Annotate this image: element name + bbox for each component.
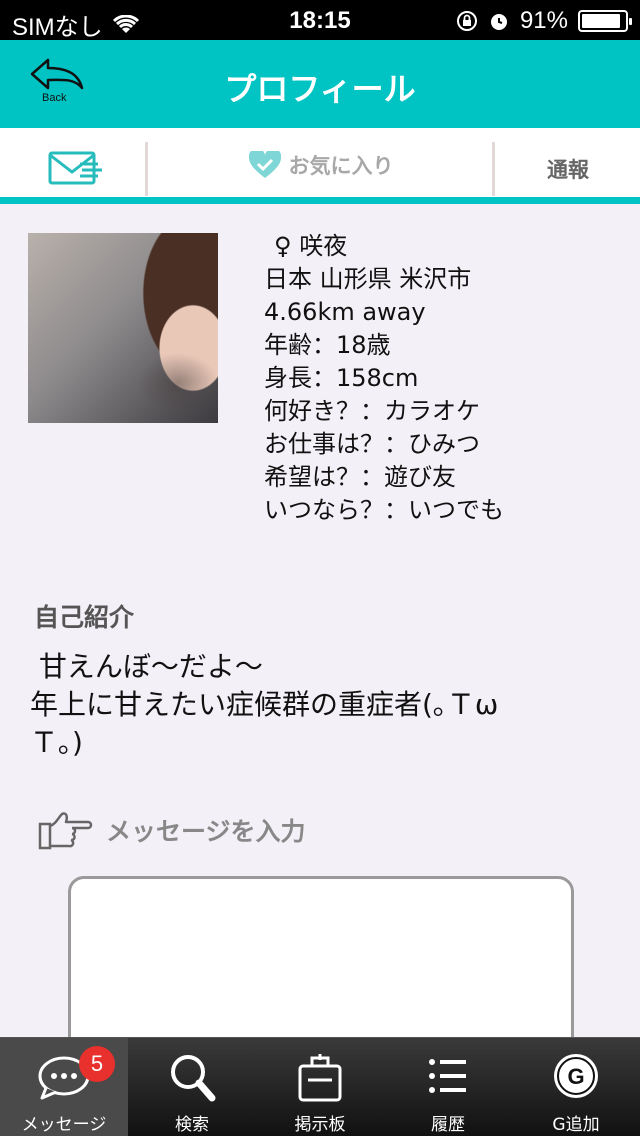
nav-board[interactable]: 掲示板	[256, 1038, 384, 1136]
nav-add-g[interactable]: G G追加	[512, 1038, 640, 1136]
intro-heading: 自己紹介	[34, 603, 135, 632]
list-icon	[429, 1059, 466, 1093]
favorite-label: お気に入り	[288, 154, 394, 178]
message-prompt-label: メッセージを入力	[106, 817, 306, 846]
nav-messages-label: メッセージ	[21, 1115, 107, 1135]
profile-height: 身長：158cm	[264, 364, 419, 392]
nav-messages[interactable]: 5 メッセージ	[0, 1038, 128, 1136]
heart-check-icon	[248, 151, 281, 178]
profile-likes: 何好き？：カラオケ	[264, 397, 480, 425]
nav-search[interactable]: 検索	[128, 1038, 256, 1136]
bottom-nav: 5 メッセージ 検索 掲示板 履歴 G G追加	[0, 1037, 640, 1136]
report-button[interactable]: 通報	[496, 154, 640, 184]
profile-wish: 希望は？：遊び友	[264, 463, 456, 491]
gender-icon: ♀	[274, 232, 292, 260]
profile-job: お仕事は？：ひみつ	[264, 430, 480, 458]
status-bar: SIMなし 18:15 91%	[0, 0, 640, 41]
action-tabs: お気に入り 通報	[0, 128, 640, 204]
intro-text: 甘えんぼ〜だよ〜 年上に甘えたい症候群の重症者(｡Ｔω Ｔ｡)	[30, 650, 499, 759]
favorite-button[interactable]: お気に入り	[150, 150, 492, 180]
rotation-lock-icon	[456, 11, 477, 31]
nav-add-g-label: G追加	[552, 1115, 600, 1135]
tab-divider	[145, 142, 148, 196]
pointing-hand-icon	[38, 812, 93, 850]
battery-percent: 91%	[519, 7, 568, 34]
battery-fill	[582, 14, 621, 28]
profile-name: 咲夜	[299, 232, 348, 260]
tab-divider	[492, 142, 495, 196]
profile-info: ♀ 咲夜 日本 山形県 米沢市 4.66km away 年齢：18歳 身長：15…	[264, 230, 624, 527]
mail-icon	[48, 151, 102, 185]
app-header: Back プロフィール	[0, 40, 640, 128]
message-badge: 5	[79, 1046, 115, 1082]
battery-icon	[578, 10, 632, 32]
search-icon	[171, 1055, 216, 1102]
message-prompt: メッセージを入力	[38, 810, 306, 850]
profile-photo[interactable]	[28, 233, 218, 423]
profile-when: いつなら？：いつでも	[264, 496, 504, 524]
profile-distance: 4.66km away	[264, 298, 426, 326]
profile-location: 日本 山形県 米沢市	[264, 265, 472, 293]
svg-text:G: G	[567, 1064, 584, 1089]
clipboard-icon	[298, 1054, 342, 1102]
g-coin-icon: G	[554, 1054, 598, 1098]
alarm-icon	[490, 14, 507, 30]
profile-name-row: ♀ 咲夜	[264, 230, 624, 263]
nav-board-label: 掲示板	[294, 1115, 346, 1135]
mail-button[interactable]	[48, 150, 104, 186]
nav-history-label: 履歴	[431, 1115, 465, 1135]
profile-age: 年齢：18歳	[264, 331, 391, 359]
page-title: プロフィール	[224, 70, 416, 108]
status-right: 91%	[456, 7, 632, 35]
nav-search-label: 検索	[175, 1115, 209, 1135]
nav-history[interactable]: 履歴	[384, 1038, 512, 1136]
